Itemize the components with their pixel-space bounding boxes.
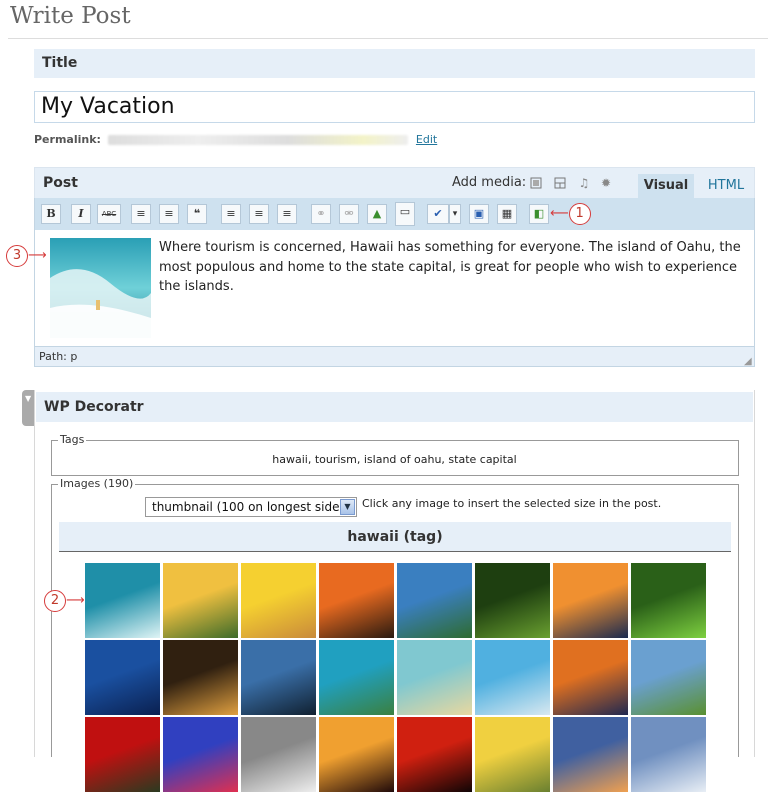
thumbnail-palm-silhouette-sunset[interactable] — [319, 717, 394, 792]
thumbnail-bare-tree[interactable] — [631, 717, 706, 792]
image-icon[interactable] — [530, 177, 542, 189]
wp-decoratr-button[interactable]: ◧ — [529, 204, 549, 224]
kitchen-sink-button[interactable]: ▦ — [497, 204, 517, 224]
editor-toolbar: B I ABC ≡ ≡ ❝ ≡ ≡ ≡ ⚭ ⚮ ▲ ▭ ✔ ▾ ▣ ▦ ◧ — [34, 198, 755, 230]
images-legend: Images (190) — [58, 477, 136, 490]
thumbnail-sea-turtle[interactable] — [319, 640, 394, 715]
decoratr-header: WP Decoratr — [36, 392, 753, 422]
thumbnail-palm-dusk[interactable] — [397, 717, 472, 792]
align-center-button[interactable]: ≡ — [249, 204, 269, 224]
insert-image-button[interactable]: ▲ — [367, 204, 387, 224]
thumbnail-palm-tree-field[interactable] — [163, 563, 238, 638]
title-divider — [8, 38, 768, 39]
thumbnail-wave-surfer[interactable] — [85, 563, 160, 638]
thumbnail-green-gecko[interactable] — [631, 563, 706, 638]
callout-arrow-icon: ⟶ — [28, 248, 47, 263]
align-left-button[interactable]: ≡ — [221, 204, 241, 224]
thumbnail-sandy-beach[interactable] — [397, 640, 472, 715]
post-title-input[interactable]: My Vacation — [34, 91, 755, 123]
strikethrough-button[interactable]: ABC — [97, 204, 121, 224]
tags-legend: Tags — [58, 433, 87, 446]
editor-path-bar: Path: p — [34, 347, 755, 367]
permalink-label: Permalink: — [34, 133, 101, 146]
thumbnail-humpback-whale[interactable] — [241, 640, 316, 715]
permalink-url-blurred — [108, 135, 409, 145]
thumbnail-red-cardinal[interactable] — [85, 717, 160, 792]
thumbnail-swimmers-ocean[interactable] — [475, 640, 550, 715]
tags-value: hawaii, tourism, island of oahu, state c… — [272, 453, 517, 466]
thumbnail-gecko-on-finger[interactable] — [241, 563, 316, 638]
thumbnail-palm-trees-sky[interactable] — [85, 640, 160, 715]
thumbnail-sunset-clouds[interactable] — [553, 640, 628, 715]
insert-more-button[interactable]: ▭ — [395, 202, 415, 226]
post-content-text[interactable]: Where tourism is concerned, Hawaii has s… — [159, 238, 749, 297]
thumbnail-rainbow-field[interactable] — [631, 640, 706, 715]
tab-visual[interactable]: Visual — [638, 174, 694, 198]
permalink-edit-link[interactable]: Edit — [416, 133, 437, 146]
audio-icon[interactable]: ♫ — [578, 177, 590, 189]
bold-button[interactable]: B — [41, 204, 61, 224]
tab-html[interactable]: HTML — [698, 174, 754, 198]
fullscreen-button[interactable]: ▣ — [469, 204, 489, 224]
callout-2: 2 ⟶ — [44, 590, 85, 612]
add-media-label: Add media: — [452, 175, 527, 190]
thumbnail-coral-closeup[interactable] — [163, 717, 238, 792]
insert-link-button[interactable]: ⚭ — [311, 204, 331, 224]
image-size-selected: thumbnail (100 on longest side) — [152, 500, 345, 514]
chevron-down-icon[interactable]: ▼ — [340, 499, 355, 515]
thumbnail-cliff-sunset[interactable] — [553, 717, 628, 792]
callout-arrow-icon: ⟶ — [66, 593, 85, 608]
callout-arrow-icon: ⟵ — [550, 206, 569, 221]
collapse-toggle-icon[interactable]: ▼ — [22, 390, 34, 426]
spellcheck-dropdown-button[interactable]: ▾ — [449, 204, 461, 224]
tag-group-title: hawaii (tag) — [59, 522, 731, 552]
blockquote-button[interactable]: ❝ — [187, 204, 207, 224]
editor-inline-image[interactable] — [50, 238, 151, 338]
unlink-button[interactable]: ⚮ — [339, 204, 359, 224]
resize-handle-icon[interactable]: ◢ — [744, 356, 752, 367]
italic-button[interactable]: I — [71, 204, 91, 224]
spellcheck-button[interactable]: ✔ — [427, 204, 449, 224]
insert-hint: Click any image to insert the selected s… — [362, 497, 662, 510]
permalink-row: Permalink: Edit — [34, 133, 437, 146]
thumbnail-green-gecko-leaf[interactable] — [475, 563, 550, 638]
bullet-list-button[interactable]: ≡ — [131, 204, 151, 224]
media-star-icon[interactable]: ✹ — [600, 177, 612, 189]
thumbnail-beach-sunset-bench[interactable] — [553, 563, 628, 638]
thumbnail-toad-yellow[interactable] — [475, 717, 550, 792]
thumbnail-palm-sunset[interactable] — [319, 563, 394, 638]
thumbnail-zebra-fish[interactable] — [241, 717, 316, 792]
callout-1: ⟵ 1 — [550, 203, 591, 225]
title-section-header: Title — [34, 49, 755, 78]
page-title: Write Post — [10, 3, 131, 29]
video-icon[interactable] — [554, 177, 566, 189]
thumbnail-lake-reflection[interactable] — [397, 563, 472, 638]
align-right-button[interactable]: ≡ — [277, 204, 297, 224]
callout-3: 3 ⟶ — [6, 245, 47, 267]
thumbnail-city-night[interactable] — [163, 640, 238, 715]
image-size-select[interactable]: thumbnail (100 on longest side) ▼ — [145, 497, 357, 517]
numbered-list-button[interactable]: ≡ — [159, 204, 179, 224]
